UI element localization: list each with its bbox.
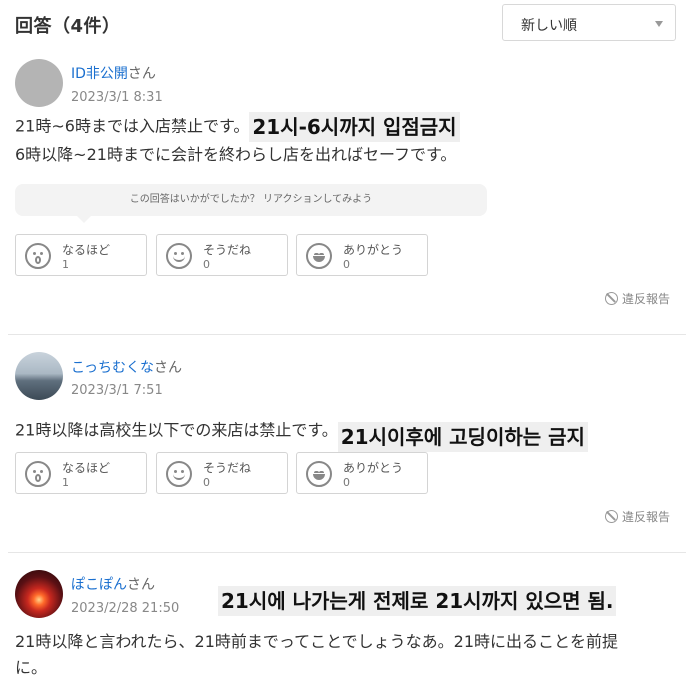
surprised-face-icon [25, 461, 51, 487]
reaction-buttons: なるほど 1 そうだね 0 ありがとう 0 [15, 452, 435, 494]
reaction-count: 0 [343, 476, 350, 489]
surprised-face-icon [25, 243, 51, 269]
reaction-arigatou-button[interactable]: ありがとう 0 [296, 234, 428, 276]
user-suffix: さん [127, 66, 156, 82]
reaction-prompt: この回答はいかがでしたか？ リアクションしてみよう [15, 184, 487, 223]
answers-header: 回答（4件） 新しい順 [0, 0, 700, 48]
translation-overlay-wrap: 21시에 나가는게 전제로 21시까지 있으면 됨. [218, 586, 617, 616]
reaction-count: 1 [62, 258, 69, 271]
divider [8, 552, 686, 553]
post-date: 2023/3/1 8:31 [71, 90, 163, 105]
user-suffix: さん [154, 360, 183, 376]
reaction-arigatou-button[interactable]: ありがとう 0 [296, 452, 428, 494]
grin-face-icon [306, 243, 332, 269]
smile-face-icon [166, 243, 192, 269]
sort-selected-value: 新しい順 [521, 18, 577, 34]
reaction-count: 1 [62, 476, 69, 489]
user-link[interactable]: ぽこぽん [71, 577, 127, 593]
report-label: 違反報告 [621, 510, 670, 524]
user-name: ぽこぽんさん [71, 574, 155, 594]
reaction-soudane-button[interactable]: そうだね 0 [156, 234, 288, 276]
speech-bubble-tail [77, 216, 91, 223]
grin-face-icon [306, 461, 332, 487]
report-link[interactable]: 違反報告 [604, 508, 670, 525]
chevron-down-icon [655, 21, 663, 27]
user-suffix: さん [127, 577, 155, 593]
answer-text-line: 21時以降は高校生以下での来店は禁止です。 [15, 420, 338, 440]
report-label: 違反報告 [621, 292, 670, 306]
user-name: こっちむくなさん [71, 357, 182, 377]
divider [8, 334, 686, 335]
reaction-label: ありがとう [343, 461, 404, 475]
answer-body: 21時以降と言われたら、21時前までってことでしょうなあ。21時に出ることを前提… [15, 629, 685, 681]
answer-text-line: 6時以降~21時までに会計を終わらし店を出ればセーフです。 [15, 145, 457, 164]
smile-face-icon [166, 461, 192, 487]
post-date: 2023/3/1 7:51 [71, 383, 163, 398]
answer-body: 21時以降は高校生以下での来店は禁止です。 21시이후에 고딩이하는 금지 [15, 410, 685, 452]
page-title: 回答（4件） [15, 16, 121, 37]
ban-icon [604, 510, 618, 523]
reaction-naruhodo-button[interactable]: なるほど 1 [15, 452, 147, 494]
translation-overlay: 21시이후에 고딩이하는 금지 [337, 422, 588, 452]
reaction-prompt-text: この回答はいかがでしたか？ リアクションしてみよう [129, 194, 373, 205]
post-date: 2023/2/28 21:50 [71, 601, 180, 616]
avatar[interactable] [15, 352, 63, 400]
user-link[interactable]: こっちむくな [71, 360, 154, 376]
reaction-soudane-button[interactable]: そうだね 0 [156, 452, 288, 494]
ban-icon [604, 292, 618, 305]
reaction-label: なるほど [62, 461, 111, 475]
answer-text-line: に。 [15, 658, 48, 677]
reaction-label: そうだね [203, 461, 252, 475]
report-link[interactable]: 違反報告 [604, 290, 670, 307]
reaction-buttons: なるほど 1 そうだね 0 ありがとう 0 [15, 234, 435, 276]
user-link[interactable]: ID非公開 [71, 66, 128, 82]
answer-body: 21時~6時までは入店禁止です。 21시-6시까지 입점금지 6時以降~21時まで… [15, 112, 685, 168]
reaction-naruhodo-button[interactable]: なるほど 1 [15, 234, 147, 276]
reaction-label: なるほど [62, 243, 111, 257]
sort-select[interactable]: 新しい順 [502, 4, 676, 41]
reaction-count: 0 [203, 476, 210, 489]
reaction-count: 0 [343, 258, 350, 271]
avatar[interactable] [15, 59, 63, 107]
reaction-count: 0 [203, 258, 210, 271]
avatar[interactable] [15, 570, 63, 618]
translation-overlay: 21시에 나가는게 전제로 21시까지 있으면 됨. [218, 586, 617, 616]
reaction-label: ありがとう [343, 243, 404, 257]
user-name: ID非公開さん [71, 63, 156, 83]
translation-overlay: 21시-6시까지 입점금지 [249, 112, 460, 142]
answer-text-line: 21時以降と言われたら、21時前までってことでしょうなあ。21時に出ることを前提 [15, 632, 618, 651]
reaction-label: そうだね [203, 243, 252, 257]
answer-text-line: 21時~6時までは入店禁止です。 [15, 116, 250, 136]
